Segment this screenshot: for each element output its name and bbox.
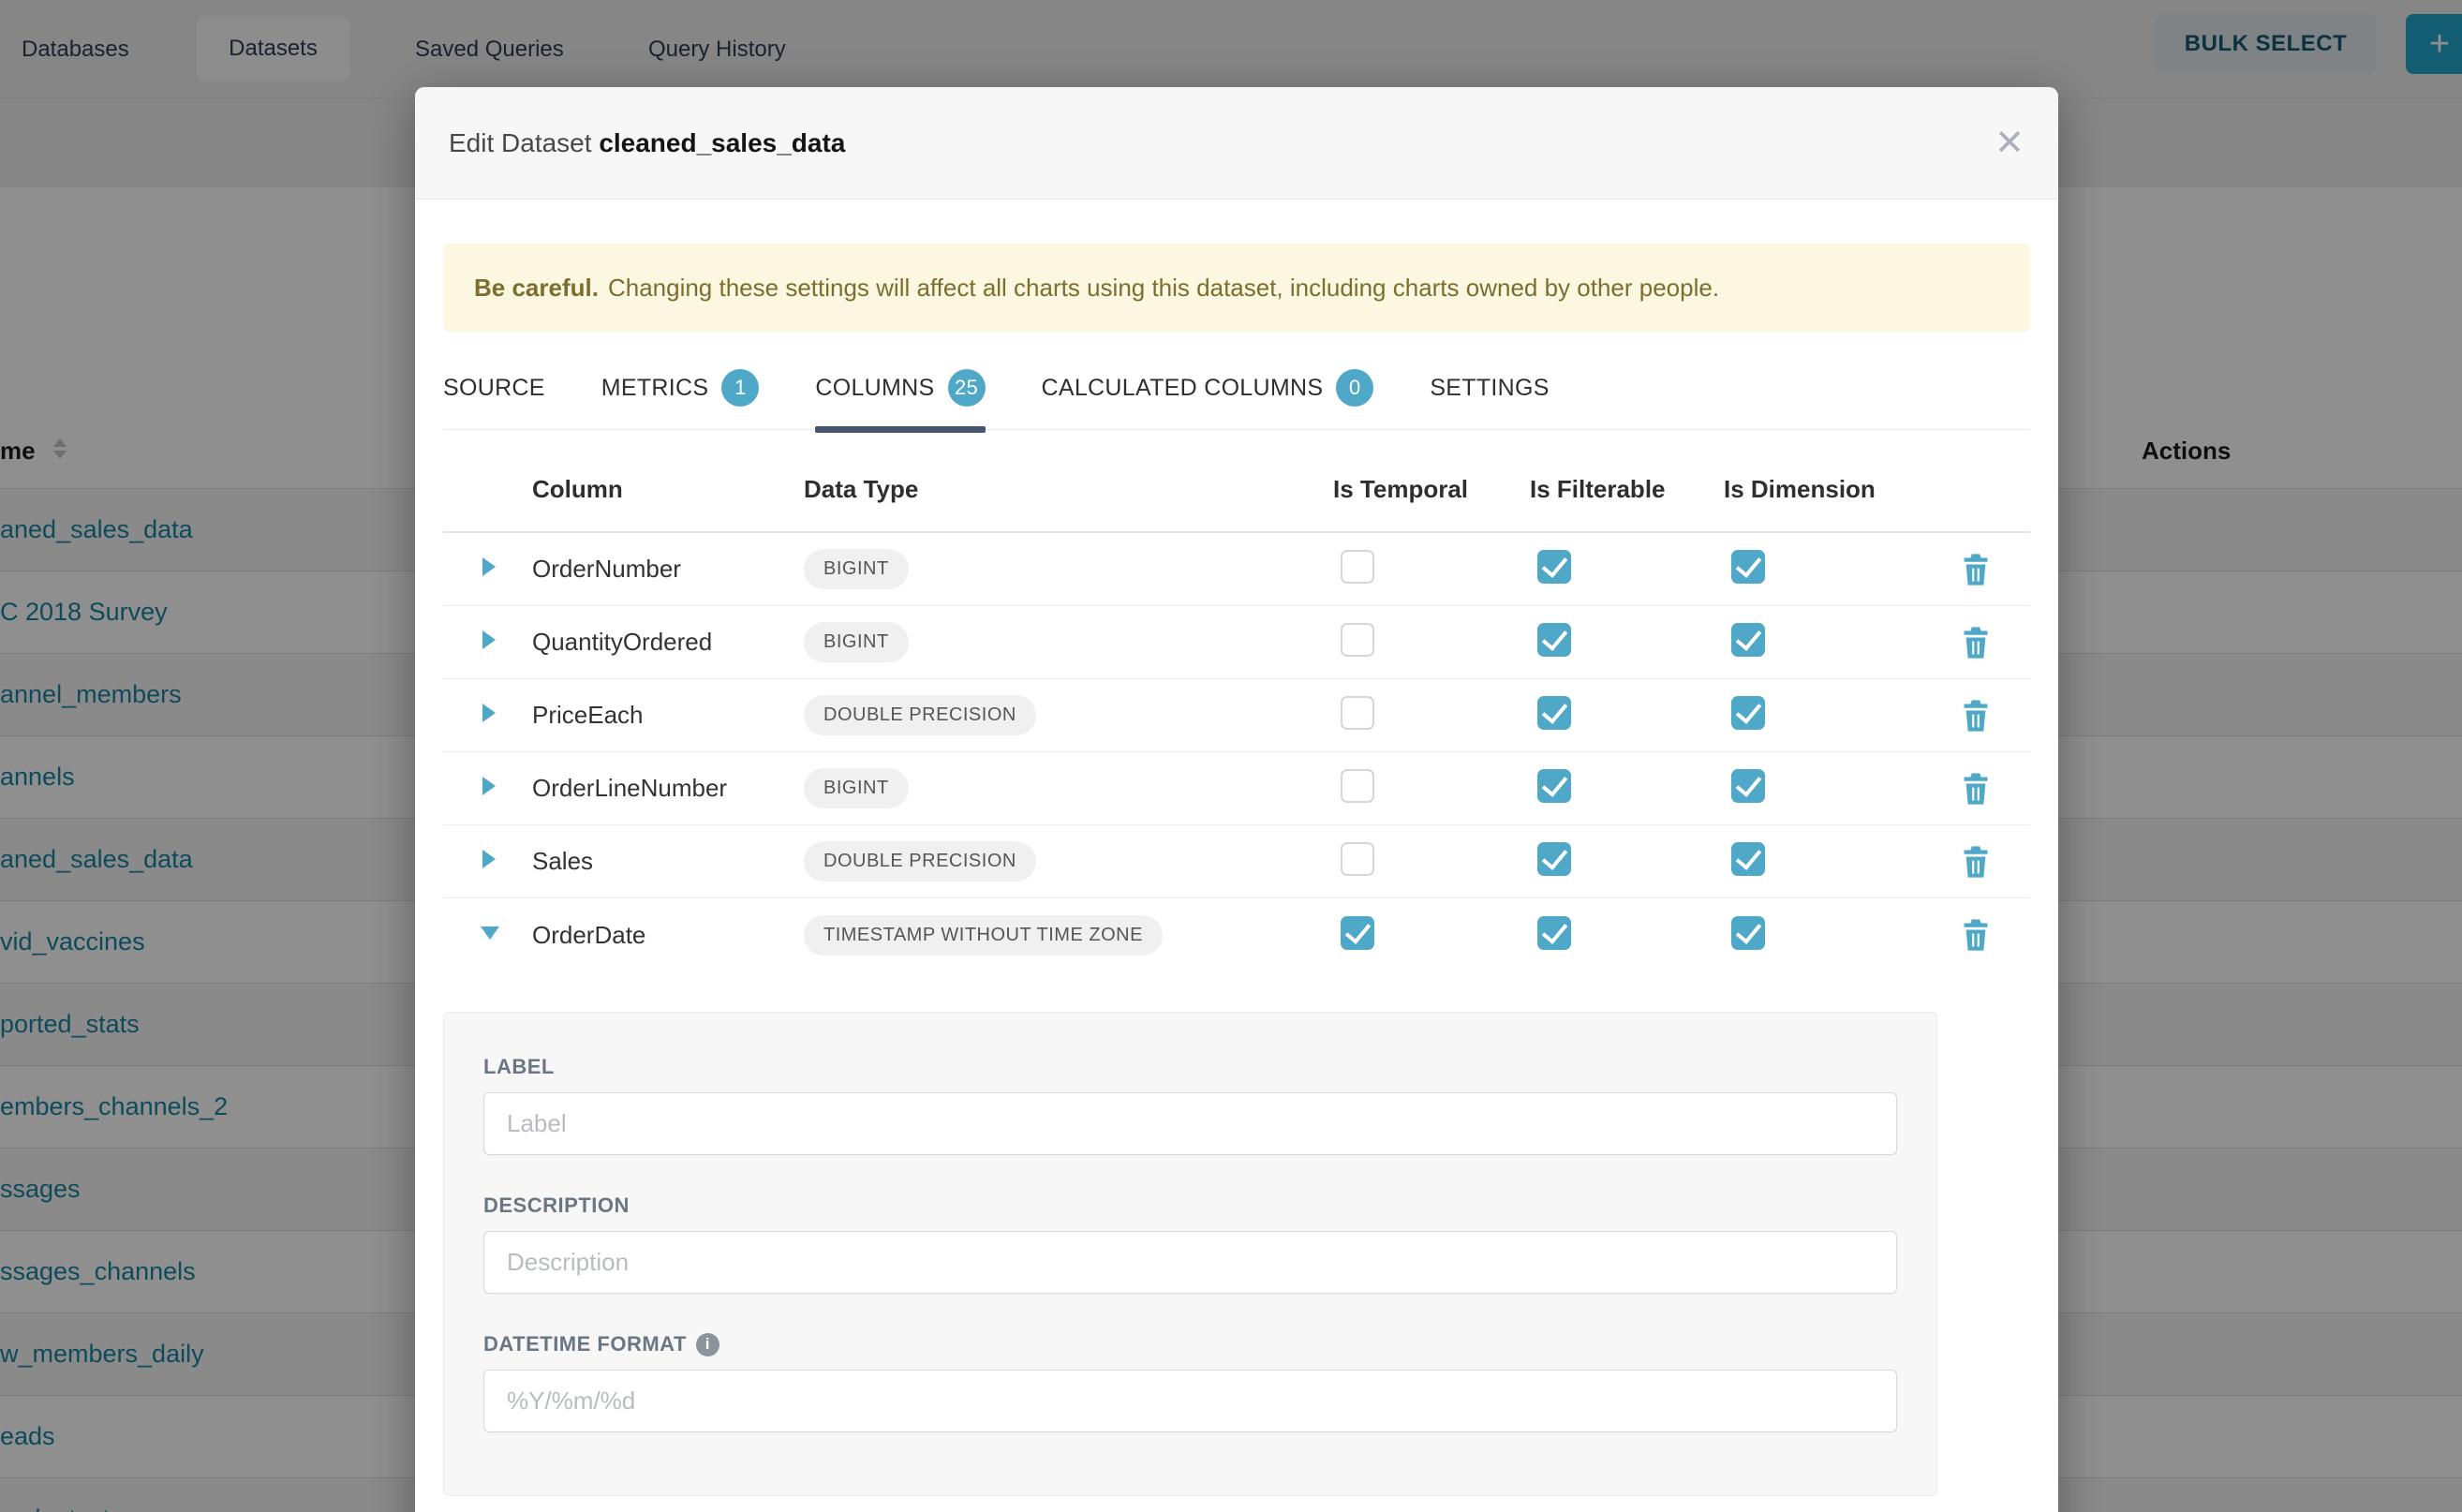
tab-metrics[interactable]: METRICS 1 <box>601 369 760 429</box>
data-type-header: Data Type <box>804 475 1333 504</box>
is-filterable-header: Is Filterable <box>1530 475 1724 504</box>
modal-title: Edit Dataset cleaned_sales_data <box>449 128 845 158</box>
tab-label: COLUMNS <box>815 375 934 402</box>
label-input[interactable] <box>483 1092 1897 1155</box>
modal-header: Edit Dataset cleaned_sales_data ✕ <box>415 87 2058 200</box>
is-dimension-checkbox[interactable] <box>1731 623 1765 657</box>
column-name: PriceEach <box>532 701 804 730</box>
tab-count-badge: 25 <box>948 369 986 407</box>
warning-banner: Be careful. Changing these settings will… <box>443 244 2030 332</box>
is-temporal-checkbox[interactable] <box>1341 696 1374 730</box>
delete-column-trash-icon[interactable] <box>1960 772 1992 806</box>
warning-banner-text: Changing these settings will affect all … <box>608 274 1719 303</box>
data-type-pill: BIGINT <box>804 622 909 662</box>
is-dimension-checkbox[interactable] <box>1731 842 1765 876</box>
delete-column-trash-icon[interactable] <box>1960 553 1992 586</box>
column-name: OrderLineNumber <box>532 774 804 803</box>
delete-column-trash-icon[interactable] <box>1960 845 1992 879</box>
column-header: Column <box>532 475 804 504</box>
is-temporal-header: Is Temporal <box>1333 475 1530 504</box>
data-type-pill: DOUBLE PRECISION <box>804 841 1036 882</box>
is-dimension-checkbox[interactable] <box>1731 696 1765 730</box>
screen: Databases Datasets Saved Queries Query H… <box>0 0 2462 1512</box>
column-row-priceeach: PriceEachDOUBLE PRECISION <box>443 679 2030 752</box>
info-icon[interactable]: i <box>696 1333 719 1356</box>
is-filterable-checkbox[interactable] <box>1537 842 1571 876</box>
tab-label: SOURCE <box>443 375 545 402</box>
columns-table-body: OrderNumberBIGINTQuantityOrderedBIGINTPr… <box>443 533 2030 971</box>
column-name: OrderDate <box>532 921 804 950</box>
column-row-sales: SalesDOUBLE PRECISION <box>443 825 2030 898</box>
column-row-orderlinenumber: OrderLineNumberBIGINT <box>443 752 2030 825</box>
modal-title-prefix: Edit Dataset <box>449 128 592 157</box>
column-row-orderdate: OrderDateTIMESTAMP WITHOUT TIME ZONE <box>443 898 2030 971</box>
expand-caret-icon[interactable] <box>482 557 496 576</box>
is-filterable-checkbox[interactable] <box>1537 916 1571 950</box>
data-type-pill: DOUBLE PRECISION <box>804 695 1036 735</box>
warning-banner-bold: Be careful. <box>474 274 599 303</box>
tab-label: CALCULATED COLUMNS <box>1042 375 1324 402</box>
delete-column-trash-icon[interactable] <box>1960 918 1992 952</box>
is-dimension-checkbox[interactable] <box>1731 769 1765 803</box>
modal-body: Be careful. Changing these settings will… <box>415 244 2058 1496</box>
data-type-pill: BIGINT <box>804 768 909 808</box>
column-row-quantityordered: QuantityOrderedBIGINT <box>443 606 2030 679</box>
tab-label: METRICS <box>601 375 709 402</box>
expand-caret-icon[interactable] <box>482 704 496 722</box>
close-icon[interactable]: ✕ <box>1995 126 2024 161</box>
is-temporal-checkbox[interactable] <box>1341 916 1374 950</box>
modal-title-dataset-name: cleaned_sales_data <box>599 128 845 157</box>
is-filterable-checkbox[interactable] <box>1537 623 1571 657</box>
datetime-format-input[interactable] <box>483 1370 1897 1432</box>
label-field-label-text: LABEL <box>483 1055 555 1079</box>
expand-caret-icon[interactable] <box>482 777 496 795</box>
tab-columns[interactable]: COLUMNS 25 <box>815 369 985 429</box>
is-filterable-checkbox[interactable] <box>1537 769 1571 803</box>
tab-count-badge: 0 <box>1336 369 1373 407</box>
is-temporal-checkbox[interactable] <box>1341 623 1374 657</box>
data-type-pill: BIGINT <box>804 549 909 589</box>
delete-column-trash-icon[interactable] <box>1960 626 1992 660</box>
is-filterable-checkbox[interactable] <box>1537 550 1571 584</box>
label-field-label: LABEL <box>483 1055 1897 1079</box>
datetime-format-label-text: DATETIME FORMAT <box>483 1332 687 1356</box>
orderdate-expanded-panel: LABEL DESCRIPTION DATETIME FORMAT i <box>443 1012 1937 1496</box>
description-field-label-text: DESCRIPTION <box>483 1193 630 1218</box>
is-temporal-checkbox[interactable] <box>1341 769 1374 803</box>
is-temporal-checkbox[interactable] <box>1341 842 1374 876</box>
column-name: OrderNumber <box>532 555 804 584</box>
tab-count-badge: 1 <box>721 369 759 407</box>
is-temporal-checkbox[interactable] <box>1341 550 1374 584</box>
description-field-label: DESCRIPTION <box>483 1193 1897 1218</box>
tab-settings[interactable]: SETTINGS <box>1430 369 1549 429</box>
is-dimension-checkbox[interactable] <box>1731 550 1765 584</box>
is-filterable-checkbox[interactable] <box>1537 696 1571 730</box>
tab-label: SETTINGS <box>1430 375 1549 402</box>
is-dimension-header: Is Dimension <box>1724 475 1921 504</box>
delete-column-trash-icon[interactable] <box>1960 699 1992 733</box>
expand-caret-icon[interactable] <box>482 630 496 649</box>
collapse-caret-icon[interactable] <box>481 926 499 940</box>
columns-table-header: Column Data Type Is Temporal Is Filterab… <box>443 447 2030 533</box>
tab-calculated-columns[interactable]: CALCULATED COLUMNS 0 <box>1042 369 1374 429</box>
column-name: Sales <box>532 847 804 876</box>
column-row-ordernumber: OrderNumberBIGINT <box>443 533 2030 606</box>
is-dimension-checkbox[interactable] <box>1731 916 1765 950</box>
edit-dataset-modal: Edit Dataset cleaned_sales_data ✕ Be car… <box>415 87 2058 1512</box>
column-name: QuantityOrdered <box>532 628 804 657</box>
data-type-pill: TIMESTAMP WITHOUT TIME ZONE <box>804 915 1163 956</box>
expand-caret-icon[interactable] <box>482 850 496 868</box>
tab-source[interactable]: SOURCE <box>443 369 545 429</box>
datetime-format-field-label: DATETIME FORMAT i <box>483 1332 1897 1356</box>
modal-tabs: SOURCE METRICS 1 COLUMNS 25 CALCULATED COLUMN… <box>443 369 2030 430</box>
description-input[interactable] <box>483 1231 1897 1294</box>
